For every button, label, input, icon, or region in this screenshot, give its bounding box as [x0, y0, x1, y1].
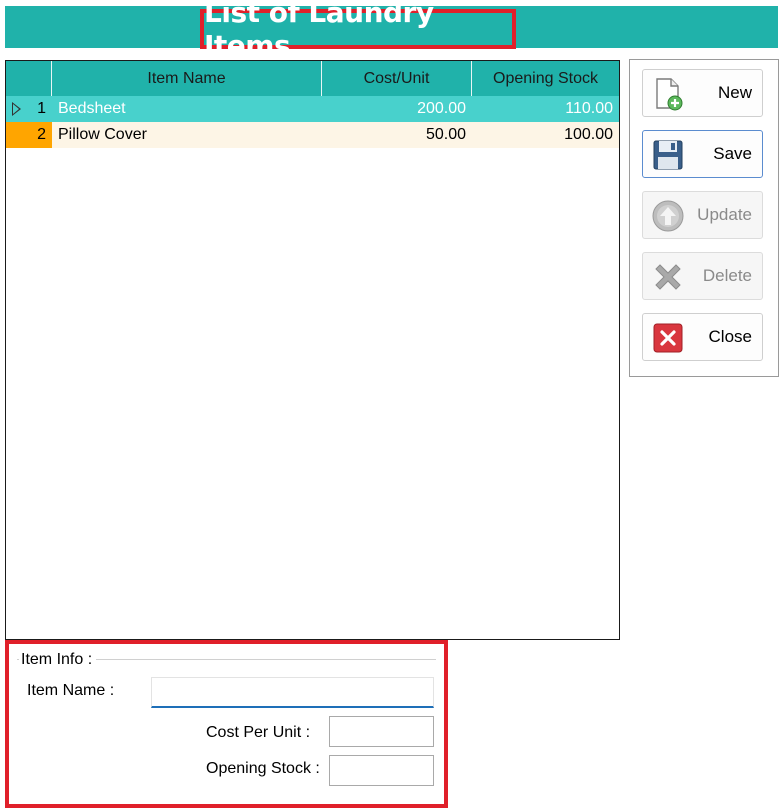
- cost-per-unit-label: Cost Per Unit :: [206, 724, 311, 741]
- row-number: 2: [37, 126, 46, 143]
- action-button-panel: New Save Update Delete Close: [629, 59, 779, 377]
- row-header[interactable]: 1: [6, 96, 52, 122]
- delete-button-label: Delete: [702, 266, 752, 285]
- grid-header: Item Name Cost/Unit Opening Stock: [6, 61, 619, 96]
- update-button-label: Update: [697, 205, 752, 224]
- update-button[interactable]: Update: [642, 191, 763, 239]
- close-button[interactable]: Close: [642, 313, 763, 361]
- cell-item-name[interactable]: Pillow Cover: [52, 122, 322, 148]
- new-button-label: New: [717, 83, 752, 102]
- page-title: List of Laundry Items: [200, 0, 516, 62]
- cell-cost-unit[interactable]: 200.00: [322, 96, 472, 122]
- current-row-arrow-icon: [12, 102, 21, 116]
- column-header-item-name[interactable]: Item Name: [52, 61, 322, 96]
- cell-opening-stock[interactable]: 110.00: [472, 96, 619, 122]
- new-button[interactable]: New: [642, 69, 763, 117]
- cost-per-unit-field[interactable]: [329, 716, 434, 747]
- new-document-icon: [656, 78, 683, 111]
- close-icon: [653, 323, 683, 353]
- delete-button[interactable]: Delete: [642, 252, 763, 300]
- item-name-label: Item Name :: [27, 682, 115, 699]
- floppy-disk-icon: [653, 140, 683, 170]
- opening-stock-field[interactable]: [329, 755, 434, 786]
- close-button-label: Close: [708, 327, 752, 346]
- title-bar: List of Laundry Items: [5, 0, 778, 62]
- cell-item-name[interactable]: Bedsheet: [52, 96, 322, 122]
- cell-cost-unit[interactable]: 50.00: [322, 122, 472, 148]
- up-arrow-icon: [652, 200, 684, 232]
- x-cross-icon: [655, 264, 681, 290]
- column-header-cost-unit[interactable]: Cost/Unit: [322, 61, 472, 96]
- laundry-items-grid[interactable]: Item Name Cost/Unit Opening Stock 1 Beds…: [5, 60, 620, 640]
- item-name-field[interactable]: [151, 677, 434, 708]
- table-row[interactable]: 2 Pillow Cover 50.00 100.00: [6, 122, 619, 148]
- opening-stock-label: Opening Stock :: [206, 760, 320, 777]
- row-number: 1: [37, 100, 46, 117]
- row-header[interactable]: 2: [6, 122, 52, 148]
- save-button[interactable]: Save: [642, 130, 763, 178]
- item-info-group: Item Info : Item Name : Cost Per Unit : …: [5, 640, 448, 808]
- row-header-corner: [6, 61, 52, 96]
- table-row[interactable]: 1 Bedsheet 200.00 110.00: [6, 96, 619, 122]
- column-header-opening-stock[interactable]: Opening Stock: [472, 61, 619, 96]
- cell-opening-stock[interactable]: 100.00: [472, 122, 619, 148]
- item-info-label: Item Info :: [19, 651, 97, 669]
- save-button-label: Save: [713, 144, 752, 163]
